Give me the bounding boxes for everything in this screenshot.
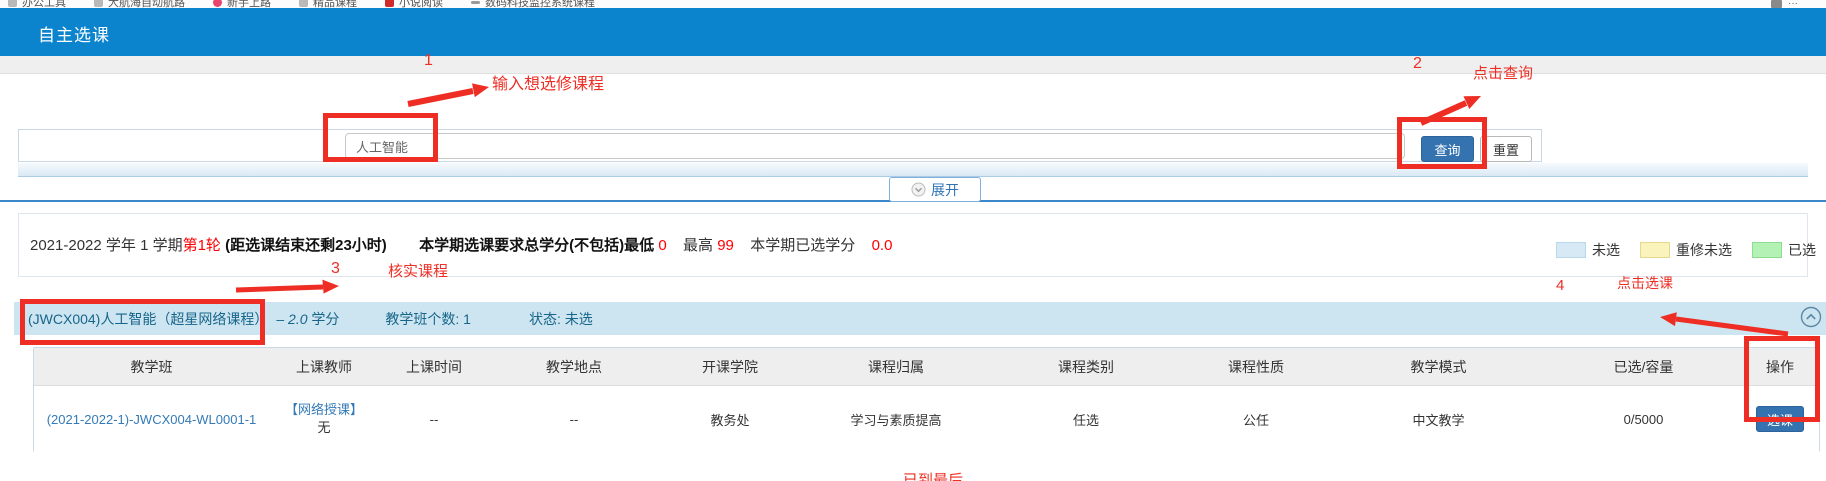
unselected-swatch bbox=[1556, 242, 1586, 258]
col-header: 已选/容量 bbox=[1546, 357, 1741, 377]
min-credits-value: 0 bbox=[658, 237, 666, 254]
semester-label: 2021-2022 学年 1 学期 bbox=[30, 237, 183, 254]
class-location: -- bbox=[489, 412, 659, 427]
course-credits: – 2.0 学分 bbox=[276, 309, 339, 329]
legend-item-unselected: 未选 bbox=[1556, 240, 1620, 260]
round-label: 第1轮 bbox=[183, 237, 221, 254]
bookmark-label: 数码科技监控系统课程 bbox=[485, 0, 595, 8]
table-row: (2021-2022-1)-JWCX004-WL0001-1 【网络授课】 无 … bbox=[34, 386, 1819, 452]
col-header: 上课时间 bbox=[379, 357, 489, 377]
table-header-row: 教学班 上课教师 上课时间 教学地点 开课学院 课程归属 课程类别 课程性质 教… bbox=[34, 348, 1819, 386]
capacity: 0/5000 bbox=[1546, 412, 1741, 427]
class-count: 教学班个数: 1 bbox=[385, 309, 471, 329]
footer-note: 已到最后 bbox=[903, 469, 963, 481]
college: 教务处 bbox=[659, 410, 801, 429]
col-header: 课程性质 bbox=[1181, 357, 1331, 377]
page-title: 自主选课 bbox=[38, 21, 110, 46]
countdown-label: (距选课结束还剩23小时) bbox=[225, 237, 387, 254]
credits-unit: 学分 bbox=[311, 311, 339, 327]
dash-icon bbox=[471, 1, 480, 4]
course-belonging: 学习与素质提高 bbox=[801, 410, 991, 429]
teacher-name: 无 bbox=[317, 419, 330, 437]
bookmark-label: 大航海自动航路 bbox=[108, 0, 185, 8]
selected-credits-value: 0.0 bbox=[872, 237, 893, 254]
col-header: 课程类别 bbox=[991, 357, 1181, 377]
retake-swatch bbox=[1640, 242, 1670, 258]
course-search-input[interactable] bbox=[345, 133, 1405, 159]
expand-toggle[interactable]: 展开 bbox=[889, 177, 981, 202]
selected-credits-label: 本学期已选学分 bbox=[750, 237, 855, 254]
bookmark-item[interactable]: 精品课程 bbox=[299, 0, 357, 8]
course-title: (JWCX004)人工智能（超星网络课程） bbox=[28, 309, 268, 329]
bookmark-label: 精品课程 bbox=[313, 0, 357, 8]
col-header: 教学地点 bbox=[489, 357, 659, 377]
credit-requirement-label: 本学期选课要求总学分(不包括)最低 bbox=[419, 237, 654, 254]
course-group-bar[interactable]: (JWCX004)人工智能（超星网络课程） – 2.0 学分 教学班个数: 1 … bbox=[14, 302, 1826, 335]
header-subband bbox=[0, 56, 1826, 74]
red-dot-icon bbox=[213, 0, 222, 7]
selected-swatch bbox=[1752, 242, 1782, 258]
legend-item-selected: 已选 bbox=[1752, 240, 1816, 260]
col-header: 教学班 bbox=[34, 357, 269, 377]
bookmark-item[interactable]: 新手上路 bbox=[213, 0, 271, 8]
col-header: 操作 bbox=[1741, 357, 1819, 377]
select-course-button[interactable]: 选课 bbox=[1756, 406, 1804, 432]
bookmarks-overflow[interactable]: ··· bbox=[1771, 0, 1798, 8]
bookmark-item[interactable]: 大航海自动航路 bbox=[94, 0, 185, 8]
bookmark-label: 办公工具 bbox=[22, 0, 66, 8]
col-header: 课程归属 bbox=[801, 357, 991, 377]
col-header: 上课教师 bbox=[269, 357, 379, 377]
expand-label: 展开 bbox=[931, 180, 959, 200]
legend-label: 重修未选 bbox=[1676, 240, 1732, 260]
col-header: 开课学院 bbox=[659, 357, 801, 377]
max-credits-label: 最高 bbox=[683, 237, 713, 254]
max-credits-value: 99 bbox=[717, 237, 734, 254]
folder-icon bbox=[94, 0, 103, 7]
annotation-step-number: 4 bbox=[1556, 277, 1564, 294]
legend-item-retake: 重修未选 bbox=[1640, 240, 1732, 260]
status-legend: 未选 重修未选 已选 bbox=[1556, 240, 1816, 260]
app-header: 自主选课 bbox=[0, 8, 1826, 56]
class-table: 教学班 上课教师 上课时间 教学地点 开课学院 课程归属 课程类别 课程性质 教… bbox=[33, 347, 1820, 452]
panel-footer-strip bbox=[18, 163, 1808, 177]
folder-icon bbox=[299, 0, 308, 7]
col-header: 教学模式 bbox=[1331, 357, 1546, 377]
class-time: -- bbox=[379, 412, 489, 427]
bookmark-item[interactable]: 数码科技监控系统课程 bbox=[471, 0, 595, 8]
bookmark-label: 新手上路 bbox=[227, 0, 271, 8]
course-selection-page: 办公工具 大航海自动航路 新手上路 精品课程 小说阅读 数码科技监控系统课程 ·… bbox=[0, 0, 1826, 481]
chevron-down-circle-icon bbox=[911, 182, 926, 197]
browser-bookmarks-bar: 办公工具 大航海自动航路 新手上路 精品课程 小说阅读 数码科技监控系统课程 ·… bbox=[0, 0, 1826, 8]
bookmark-item[interactable]: 小说阅读 bbox=[385, 0, 443, 8]
bookmark-label: 小说阅读 bbox=[399, 0, 443, 8]
course-category: 任选 bbox=[991, 410, 1181, 429]
teaching-mode-tag: 【网络授课】 bbox=[285, 401, 363, 419]
legend-label: 已选 bbox=[1788, 240, 1816, 260]
legend-label: 未选 bbox=[1592, 240, 1620, 260]
red-book-icon bbox=[385, 0, 394, 7]
class-link[interactable]: (2021-2022-1)-JWCX004-WL0001-1 bbox=[47, 412, 257, 427]
credits-value: 2.0 bbox=[288, 311, 307, 327]
reset-button[interactable]: 重置 bbox=[1480, 136, 1532, 162]
page-icon bbox=[8, 0, 17, 7]
teaching-mode: 中文教学 bbox=[1331, 410, 1546, 429]
bookmark-item[interactable]: 办公工具 bbox=[8, 0, 66, 8]
course-status: 状态: 未选 bbox=[529, 309, 593, 329]
folder-icon bbox=[1771, 0, 1782, 8]
course-nature: 公任 bbox=[1181, 410, 1331, 429]
semester-info-text: 2021-2022 学年 1 学期第1轮 (距选课结束还剩23小时) 本学期选课… bbox=[30, 234, 892, 255]
collapse-chevron-up-icon[interactable] bbox=[1800, 306, 1822, 328]
overflow-dots: ··· bbox=[1788, 0, 1798, 8]
teacher-cell: 【网络授课】 无 bbox=[269, 401, 379, 436]
query-button[interactable]: 查询 bbox=[1421, 136, 1474, 162]
